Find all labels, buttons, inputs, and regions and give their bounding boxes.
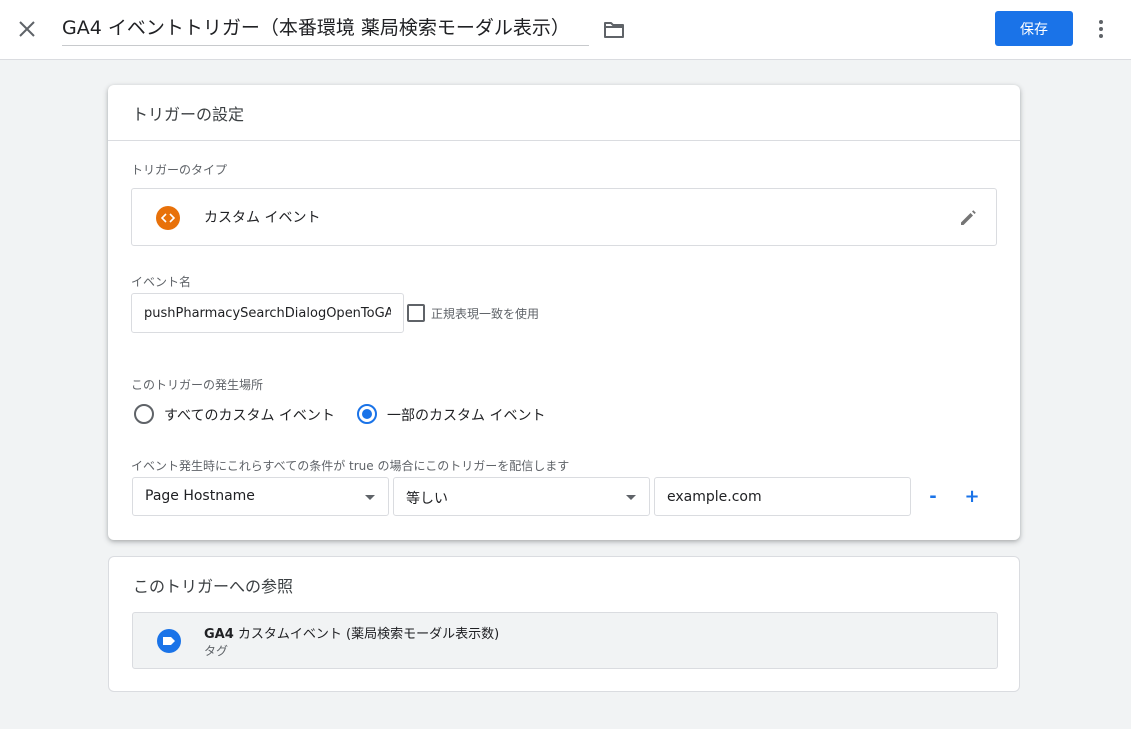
add-condition-button[interactable]: + bbox=[959, 483, 985, 509]
condition-label: イベント発生時にこれらすべての条件が true の場合にこのトリガーを配信します bbox=[131, 459, 570, 473]
remove-condition-button[interactable]: - bbox=[920, 483, 946, 509]
radio-some-events-label: 一部のカスタム イベント bbox=[387, 408, 546, 424]
reference-tag-name-bold: GA4 bbox=[204, 627, 234, 642]
reference-tag-type: タグ bbox=[204, 644, 229, 658]
condition-value-input[interactable] bbox=[654, 477, 911, 516]
radio-all-events[interactable] bbox=[134, 404, 154, 424]
dropdown-arrow-icon bbox=[626, 495, 636, 500]
close-icon bbox=[19, 21, 35, 37]
trigger-references-card: このトリガーへの参照 GA4 カスタムイベント (薬局検索モーダル表示数) タグ bbox=[108, 556, 1020, 692]
operator-select[interactable]: 等しい bbox=[393, 477, 650, 516]
close-button[interactable] bbox=[12, 14, 42, 44]
custom-event-icon bbox=[156, 206, 180, 230]
reference-item[interactable]: GA4 カスタムイベント (薬局検索モーダル表示数) タグ bbox=[132, 612, 998, 669]
trigger-type-selector[interactable]: カスタム イベント bbox=[131, 188, 997, 246]
trigger-title: GA4 イベントトリガー（本番環境 薬局検索モーダル表示） bbox=[62, 17, 570, 39]
variable-select[interactable]: Page Hostname bbox=[132, 477, 389, 516]
trigger-title-field[interactable]: GA4 イベントトリガー（本番環境 薬局検索モーダル表示） bbox=[62, 12, 589, 46]
card-heading: トリガーの設定 bbox=[108, 85, 1020, 141]
fire-on-label: このトリガーの発生場所 bbox=[131, 378, 264, 392]
reference-tag-name-rest: カスタムイベント (薬局検索モーダル表示数) bbox=[233, 627, 500, 642]
dropdown-arrow-icon bbox=[365, 495, 375, 500]
save-button[interactable]: 保存 bbox=[995, 11, 1073, 46]
trigger-config-card: トリガーの設定 トリガーのタイプ カスタム イベント イベント名 正規表現一致を… bbox=[108, 85, 1020, 540]
regex-checkbox-label: 正規表現一致を使用 bbox=[431, 307, 540, 321]
references-heading: このトリガーへの参照 bbox=[133, 577, 294, 596]
radio-some-events[interactable] bbox=[357, 404, 377, 424]
tag-icon bbox=[157, 629, 181, 653]
radio-all-events-label: すべてのカスタム イベント bbox=[164, 408, 335, 424]
folder-icon bbox=[604, 22, 624, 38]
reference-tag-name: GA4 カスタムイベント (薬局検索モーダル表示数) bbox=[204, 623, 499, 642]
event-name-label: イベント名 bbox=[131, 275, 192, 289]
operator-select-value: 等しい bbox=[406, 491, 448, 507]
trigger-type-label: トリガーのタイプ bbox=[131, 163, 228, 177]
more-options-button[interactable] bbox=[1088, 14, 1114, 44]
pencil-icon[interactable] bbox=[956, 206, 980, 230]
more-vert-icon bbox=[1099, 20, 1103, 38]
regex-checkbox[interactable] bbox=[407, 304, 425, 322]
folder-button[interactable] bbox=[601, 17, 627, 43]
trigger-type-name: カスタム イベント bbox=[204, 210, 321, 226]
editor-header: GA4 イベントトリガー（本番環境 薬局検索モーダル表示） 保存 bbox=[0, 0, 1131, 60]
event-name-input[interactable] bbox=[131, 293, 404, 333]
variable-select-value: Page Hostname bbox=[145, 488, 255, 504]
